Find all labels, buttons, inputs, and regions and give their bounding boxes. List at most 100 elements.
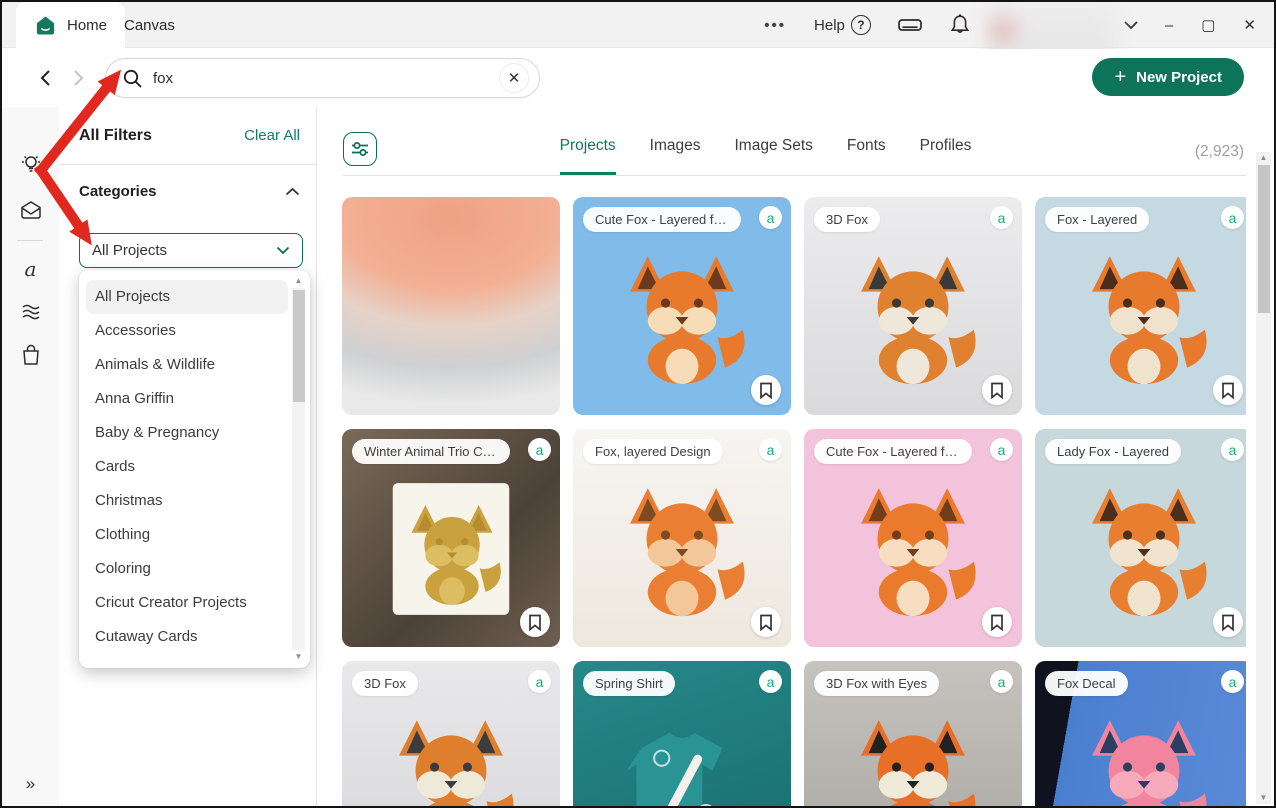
cricut-access-badge-icon: a <box>759 206 782 229</box>
fox-art <box>837 705 989 806</box>
select-chevron-down-icon <box>276 246 290 255</box>
bookmark-button[interactable] <box>982 375 1012 405</box>
bookmark-button[interactable] <box>1213 375 1243 405</box>
project-card[interactable]: Cute Fox - Layered for c... a <box>804 429 1022 647</box>
expand-rail-button[interactable]: » <box>2 774 59 794</box>
fox-art <box>837 473 989 625</box>
plus-icon: + <box>1114 66 1126 89</box>
search-input[interactable]: fox ✕ <box>105 58 540 98</box>
category-option[interactable]: Cutaway Cards <box>79 620 310 654</box>
cricut-access-badge-icon: a <box>528 670 551 693</box>
dropdown-scrollbar[interactable]: ▲ ▼ <box>292 276 305 662</box>
bookmark-button[interactable] <box>1213 607 1243 637</box>
forward-button[interactable] <box>66 65 92 91</box>
category-option[interactable]: Christmas <box>79 484 310 518</box>
category-option[interactable]: All Projects <box>86 280 288 314</box>
project-title: Fox Decal <box>1045 671 1128 696</box>
category-option[interactable]: Coloring <box>79 552 310 586</box>
back-button[interactable] <box>32 65 58 91</box>
scroll-thumb[interactable] <box>293 290 305 402</box>
titlebar: Home Canvas ••• Help ? – ▢ ✕ <box>2 2 1274 48</box>
cricut-access-badge-icon: a <box>1221 670 1244 693</box>
inbox-envelope-icon[interactable] <box>2 193 59 227</box>
project-card[interactable]: 3D Fox a <box>804 197 1022 415</box>
project-card[interactable]: Cute Fox - Layered for c... a <box>573 197 791 415</box>
project-card[interactable]: Fox, layered Design a <box>573 429 791 647</box>
project-card[interactable] <box>342 197 560 415</box>
machine-icon[interactable] <box>897 14 923 36</box>
category-option[interactable]: Cricut Creator Projects <box>79 586 310 620</box>
scroll-down-icon[interactable]: ▼ <box>292 652 305 662</box>
page-scroll-thumb[interactable] <box>1258 165 1270 313</box>
bookmark-button[interactable] <box>982 607 1012 637</box>
fox-art <box>606 241 758 393</box>
project-title: Winter Animal Trio Card... <box>352 439 510 464</box>
category-option[interactable]: Anna Griffin <box>79 382 310 416</box>
scroll-up-icon[interactable]: ▲ <box>292 276 305 286</box>
project-card[interactable]: Spring Shirt a <box>573 661 791 806</box>
category-option[interactable]: Cards <box>79 450 310 484</box>
category-option[interactable]: Clothing <box>79 518 310 552</box>
materials-waves-icon[interactable] <box>2 295 59 329</box>
bookmark-button[interactable] <box>751 375 781 405</box>
left-rail: a » <box>2 107 59 806</box>
fox-art <box>375 705 527 806</box>
project-card[interactable]: Fox Decal a <box>1035 661 1246 806</box>
category-dropdown-list: All ProjectsAccessoriesAnimals & Wildlif… <box>79 270 310 668</box>
cricut-access-badge-icon: a <box>759 438 782 461</box>
project-card[interactable]: Fox - Layered a <box>1035 197 1246 415</box>
project-title: Lady Fox - Layered <box>1045 439 1181 464</box>
project-title: 3D Fox <box>352 671 418 696</box>
project-card[interactable]: Winter Animal Trio Card... a <box>342 429 560 647</box>
maximize-button[interactable]: ▢ <box>1201 16 1215 34</box>
clear-all-link[interactable]: Clear All <box>244 127 300 144</box>
overflow-menu-icon[interactable]: ••• <box>764 17 786 34</box>
tab-images[interactable]: Images <box>650 137 701 175</box>
categories-label: Categories <box>79 183 157 200</box>
notifications-bell-icon[interactable] <box>949 13 971 37</box>
tab-fonts[interactable]: Fonts <box>847 137 886 175</box>
bookmark-button[interactable] <box>520 607 550 637</box>
filters-panel: All Filters Clear All Categories All Pro… <box>59 107 317 806</box>
tab-projects[interactable]: Projects <box>560 137 616 175</box>
filter-toggle-button[interactable] <box>343 132 377 166</box>
minimize-button[interactable]: – <box>1165 17 1173 34</box>
project-card[interactable]: Lady Fox - Layered a <box>1035 429 1246 647</box>
app-tab-canvas[interactable]: Canvas <box>106 2 193 48</box>
collapse-chevron-up-icon <box>285 187 300 196</box>
category-select[interactable]: All Projects <box>79 233 303 268</box>
page-scrollbar[interactable]: ▲ ▼ <box>1256 152 1271 804</box>
shop-bag-icon[interactable] <box>2 338 59 372</box>
close-button[interactable]: ✕ <box>1243 16 1256 34</box>
cricut-access-icon[interactable]: a <box>2 252 59 286</box>
project-title: 3D Fox <box>814 207 880 232</box>
bookmark-button[interactable] <box>751 607 781 637</box>
tab-profiles[interactable]: Profiles <box>920 137 972 175</box>
cricut-access-badge-icon: a <box>990 438 1013 461</box>
fox-art <box>1068 241 1220 393</box>
project-card[interactable]: 3D Fox with Eyes a <box>804 661 1022 806</box>
category-option[interactable]: Accessories <box>79 314 310 348</box>
page-scroll-down-icon[interactable]: ▼ <box>1256 792 1271 804</box>
tabs-divider <box>343 175 1246 176</box>
category-option[interactable]: Baby & Pregnancy <box>79 416 310 450</box>
project-card[interactable]: 3D Fox a <box>342 661 560 806</box>
project-title: Fox - Layered <box>1045 207 1149 232</box>
filters-title: All Filters <box>79 127 152 145</box>
cricut-access-badge-icon: a <box>1221 438 1244 461</box>
navbar: fox ✕ + New Project <box>2 49 1274 107</box>
help-button[interactable]: Help ? <box>814 15 871 35</box>
category-option[interactable]: Animals & Wildlife <box>79 348 310 382</box>
new-project-button[interactable]: + New Project <box>1092 58 1244 96</box>
inspiration-lightbulb-icon[interactable] <box>2 147 59 181</box>
fox-art <box>1068 473 1220 625</box>
search-icon <box>122 68 143 89</box>
help-icon: ? <box>851 15 871 35</box>
tab-image-sets[interactable]: Image Sets <box>734 137 812 175</box>
page-scroll-up-icon[interactable]: ▲ <box>1256 152 1271 164</box>
cricut-access-badge-icon: a <box>990 206 1013 229</box>
results-count: (2,923) <box>1195 143 1244 161</box>
categories-section-header[interactable]: Categories <box>79 183 300 200</box>
account-chevron-down-icon[interactable] <box>1123 20 1139 30</box>
clear-search-button[interactable]: ✕ <box>499 63 529 93</box>
